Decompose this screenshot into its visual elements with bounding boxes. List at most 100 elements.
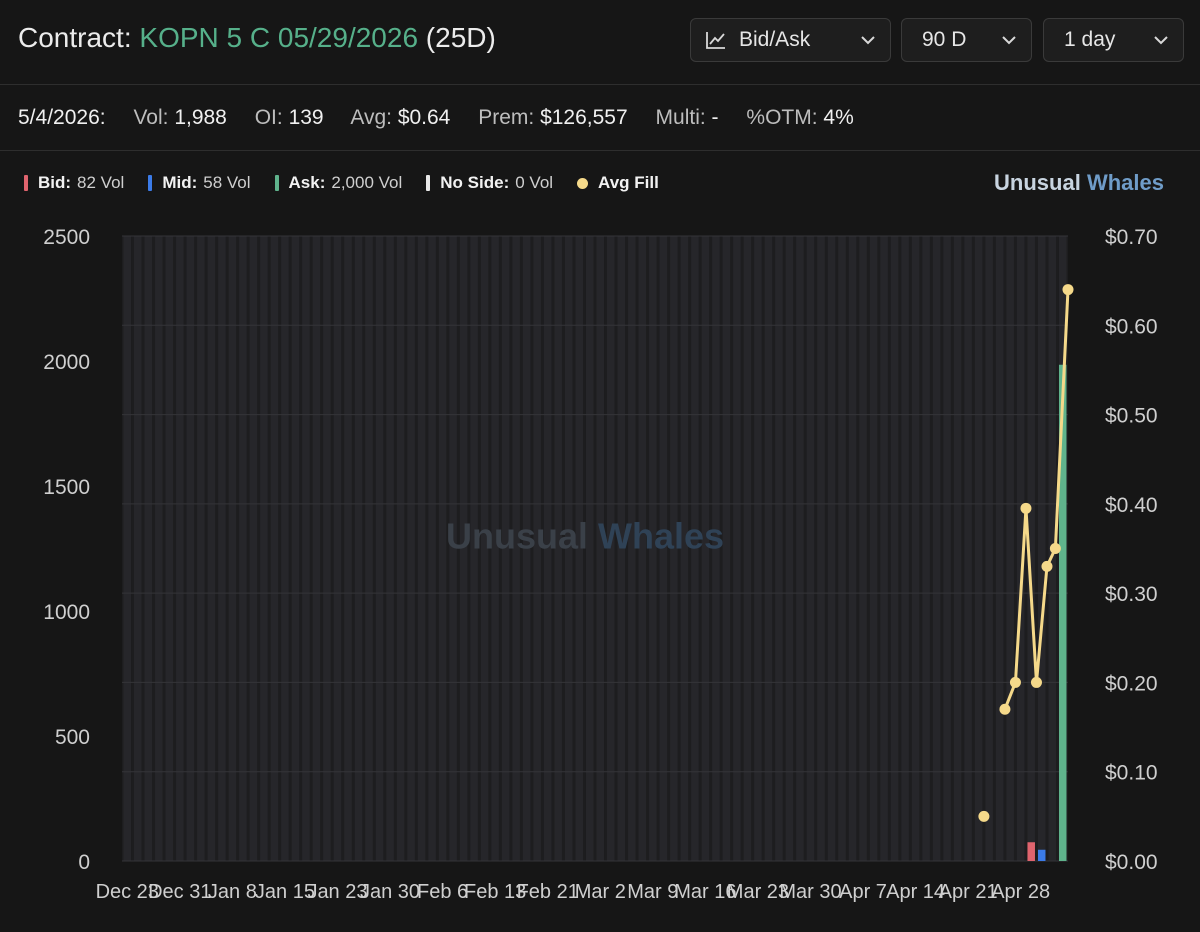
slot-band — [218, 236, 226, 861]
slot-band — [417, 236, 426, 861]
slot-band — [859, 236, 867, 861]
slot-band — [733, 236, 741, 861]
slot-band — [901, 236, 909, 861]
y-right-tick-label: $0.00 — [1105, 851, 1158, 874]
y-right-tick-label: $0.50 — [1105, 405, 1158, 428]
slot-band — [291, 236, 300, 861]
y-left-tick-label: 2000 — [43, 351, 90, 374]
slot-band — [207, 236, 216, 861]
range-label: 90 D — [922, 28, 967, 51]
header: Contract: KOPN 5 C 05/29/2026 (25D) Bid/… — [0, 0, 1200, 85]
y-left-tick-label: 500 — [55, 726, 90, 749]
slot-band — [953, 236, 962, 861]
slot-band — [1006, 236, 1014, 861]
slot-band — [911, 236, 920, 861]
legend-ask[interactable]: Ask: 2,000 Vol — [274, 173, 402, 193]
slot-band — [323, 236, 331, 861]
avg-fill-point — [978, 810, 990, 822]
avg-fill-point — [1049, 543, 1061, 554]
slot-band — [796, 236, 804, 861]
y-right-tick-label: $0.70 — [1105, 226, 1158, 249]
legend-bid[interactable]: Bid: 82 Vol — [24, 173, 124, 193]
slot-band — [817, 236, 825, 861]
slot-band — [428, 236, 436, 861]
slot-band — [176, 236, 184, 861]
y-left-tick-label: 1500 — [43, 476, 90, 499]
slot-band — [764, 236, 773, 861]
chart-type-label: Bid/Ask — [739, 28, 811, 51]
x-tick-label: Apr 21 — [939, 881, 998, 903]
y-left-tick-label: 1000 — [43, 601, 90, 624]
stat-multi: Multi: - — [655, 106, 719, 129]
slot-band — [880, 236, 888, 861]
divider — [0, 150, 1200, 151]
x-tick-label: Mar 2 — [575, 881, 626, 903]
line-chart-icon — [705, 30, 727, 50]
x-tick-label: Jan 8 — [208, 881, 257, 903]
slot-band — [396, 236, 405, 861]
x-tick-label: Jan 23 — [307, 881, 367, 903]
x-tick-label: Apr 7 — [839, 881, 887, 903]
slot-band — [922, 236, 930, 861]
slot-band — [407, 236, 415, 861]
contract-name: KOPN 5 C 05/29/2026 — [139, 22, 419, 53]
slot-band — [302, 236, 310, 861]
chart-legend: Bid: 82 Vol Mid: 58 Vol Ask: 2,000 Vol No S… — [24, 173, 689, 193]
slot-band — [165, 236, 174, 861]
volume-chart: Unusual Whales 2500 2000 1500 1000 500 0 $0.7… — [43, 226, 1158, 903]
slot-band — [806, 236, 815, 861]
slot-band — [197, 236, 205, 861]
chart-type-dropdown[interactable]: Bid/Ask — [690, 18, 891, 62]
slot-band — [943, 236, 951, 861]
interval-label: 1 day — [1064, 28, 1116, 51]
slot-band — [134, 236, 142, 861]
bid-bar — [1027, 842, 1035, 861]
x-tick-label: Apr 14 — [886, 881, 945, 903]
legend-no-side[interactable]: No Side: 0 Vol — [426, 173, 553, 193]
interval-dropdown[interactable]: 1 day — [1043, 18, 1184, 62]
slot-band — [365, 236, 373, 861]
x-tick-label: Feb 21 — [517, 881, 579, 903]
x-tick-label: Jan 30 — [360, 881, 420, 903]
right-axis-ticks: $0.70 $0.60 $0.50 $0.40 $0.30 $0.20 $0.10 $0.00 — [1105, 226, 1158, 874]
slot-band — [838, 236, 846, 861]
stat-otm: %OTM: 4% — [746, 106, 854, 129]
slot-band — [964, 236, 972, 861]
x-axis-ticks: Dec 23Dec 31Jan 8Jan 15Jan 23Jan 30Feb 6… — [96, 881, 1051, 903]
slot-band — [144, 236, 153, 861]
watermark-text: Unusual Whales — [446, 516, 724, 557]
x-tick-label: Jan 15 — [255, 881, 315, 903]
x-tick-label: Feb 6 — [417, 881, 468, 903]
y-left-tick-label: 0 — [78, 851, 90, 874]
avg-fill-point — [1009, 676, 1021, 688]
slot-band — [249, 236, 258, 861]
x-tick-label: Mar 9 — [627, 881, 678, 903]
y-right-tick-label: $0.40 — [1105, 494, 1158, 517]
avg-fill-point — [999, 703, 1011, 715]
y-right-tick-label: $0.20 — [1105, 672, 1158, 695]
y-right-tick-label: $0.60 — [1105, 315, 1158, 338]
stat-premium: Prem: $126,557 — [478, 106, 628, 129]
legend-mid[interactable]: Mid: 58 Vol — [148, 173, 251, 193]
slot-band — [827, 236, 836, 861]
avg-fill-point — [1041, 560, 1053, 572]
legend-avg-fill[interactable]: Avg Fill — [577, 173, 665, 193]
stat-volume: Vol: 1,988 — [133, 106, 227, 129]
y-left-tick-label: 2500 — [43, 226, 90, 249]
chevron-down-icon — [860, 35, 876, 45]
slot-band — [785, 236, 794, 861]
x-tick-label: Mar 30 — [779, 881, 841, 903]
title-prefix: Contract: — [18, 22, 132, 53]
brand-logo: Unusual Whales — [994, 170, 1164, 195]
slot-band — [375, 236, 384, 861]
avg-fill-point — [1020, 502, 1032, 514]
slot-band — [1037, 236, 1046, 861]
avg-fill-point — [1062, 284, 1074, 296]
slot-band — [932, 236, 941, 861]
chevron-down-icon — [1153, 35, 1169, 45]
left-axis-ticks: 2500 2000 1500 1000 500 0 — [43, 226, 90, 874]
range-dropdown[interactable]: 90 D — [901, 18, 1032, 62]
slot-band — [386, 236, 394, 861]
slot-band — [281, 236, 289, 861]
slot-band — [333, 236, 342, 861]
